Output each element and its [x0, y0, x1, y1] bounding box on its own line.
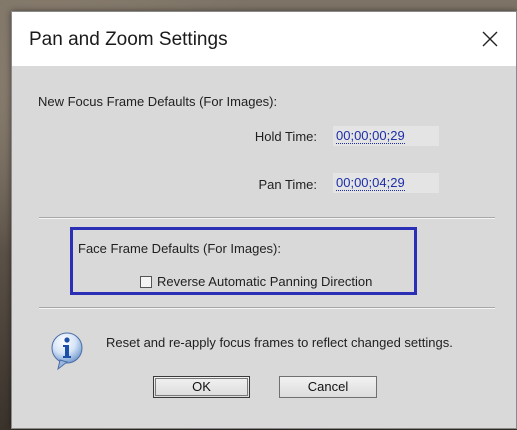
- dialog-titlebar: Pan and Zoom Settings: [12, 12, 516, 66]
- pan-time-value: 00;00;04;29: [336, 175, 405, 191]
- cancel-button[interactable]: Cancel: [279, 376, 377, 398]
- reverse-panning-label[interactable]: Reverse Automatic Panning Direction: [157, 274, 372, 289]
- hold-time-field[interactable]: 00;00;00;29: [333, 126, 439, 146]
- ok-button[interactable]: OK: [153, 376, 250, 398]
- divider: [39, 217, 495, 219]
- info-message: Reset and re-apply focus frames to refle…: [106, 335, 453, 350]
- divider: [39, 307, 495, 309]
- pan-time-field[interactable]: 00;00;04;29: [333, 173, 439, 193]
- pan-time-label: Pan Time:: [258, 177, 317, 192]
- hold-time-value: 00;00;00;29: [336, 128, 405, 144]
- info-icon: [50, 330, 84, 371]
- close-button[interactable]: [464, 12, 516, 66]
- dialog-title: Pan and Zoom Settings: [29, 29, 228, 50]
- pan-zoom-settings-dialog: Pan and Zoom Settings New Focus Frame De…: [11, 11, 517, 429]
- focus-frame-heading: New Focus Frame Defaults (For Images):: [38, 94, 278, 109]
- reverse-panning-checkbox[interactable]: [140, 276, 152, 288]
- hold-time-label: Hold Time:: [254, 129, 317, 144]
- close-icon: [482, 31, 498, 47]
- face-frame-heading: Face Frame Defaults (For Images):: [78, 241, 281, 256]
